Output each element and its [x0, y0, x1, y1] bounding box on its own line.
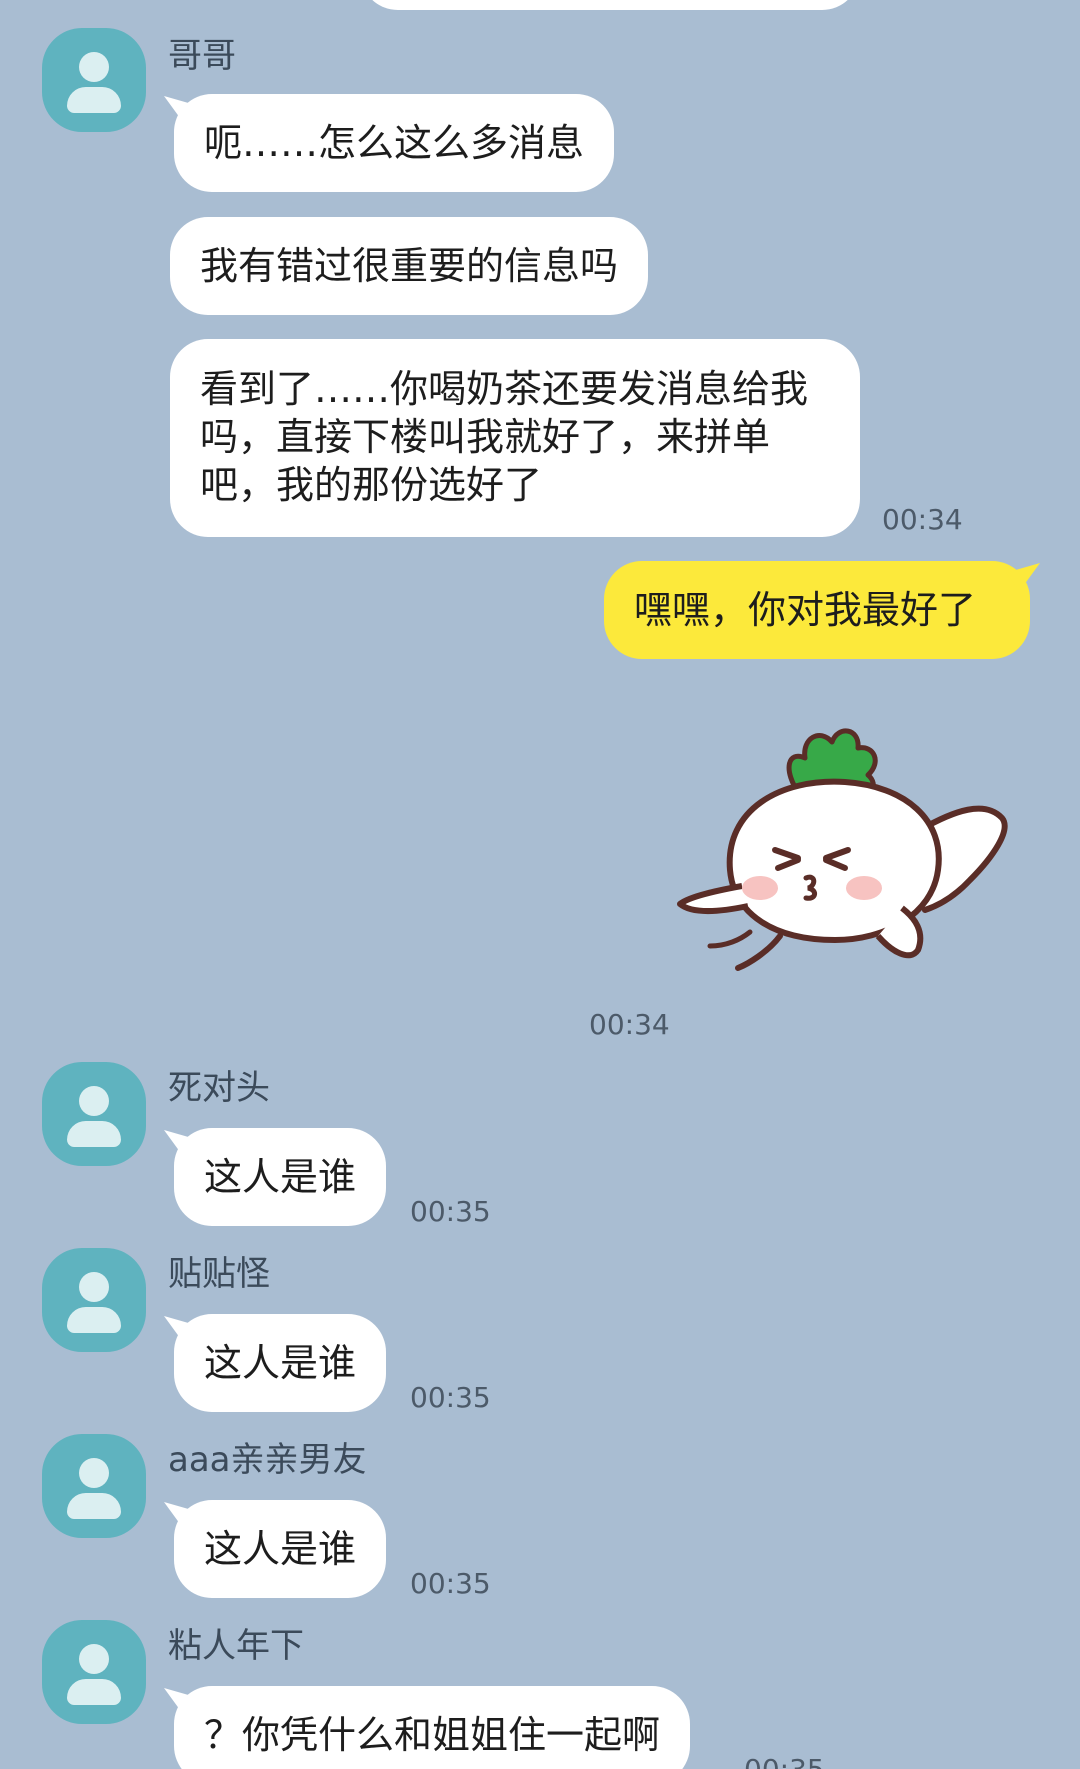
avatar[interactable]	[42, 1620, 146, 1724]
avatar-body-icon	[67, 1121, 121, 1147]
previous-message-bubble[interactable]	[360, 0, 860, 10]
message-time: 00:35	[410, 1567, 491, 1600]
avatar[interactable]	[42, 1248, 146, 1352]
message-time: 00:34	[882, 503, 963, 536]
avatar-body-icon	[67, 1307, 121, 1333]
message-bubble[interactable]: 这人是谁	[174, 1500, 387, 1598]
message-time: 00:35	[410, 1195, 491, 1228]
sender-name: 粘人年下	[168, 1626, 304, 1666]
message-bubble[interactable]: 看到了……你喝奶茶还要发消息给我吗，直接下楼叫我就好了，来拼单吧，我的那份选好了	[170, 339, 860, 537]
sender-name: 哥哥	[168, 36, 236, 76]
avatar-head-icon	[79, 52, 109, 82]
avatar-head-icon	[79, 1458, 109, 1488]
radish-sticker-icon[interactable]	[670, 700, 1040, 1000]
message-bubble[interactable]: 这人是谁	[174, 1314, 387, 1412]
my-message-bubble[interactable]: 嘿嘿，你对我最好了	[604, 561, 1030, 659]
chat-area[interactable]: 哥哥 呃……怎么这么多消息 我有错过很重要的信息吗 看到了……你喝奶茶还要发消息…	[0, 0, 1080, 1769]
avatar-body-icon	[67, 1679, 121, 1705]
message-time: 00:35	[744, 1753, 825, 1769]
avatar-head-icon	[79, 1644, 109, 1674]
message-bubble[interactable]: 这人是谁	[174, 1128, 387, 1226]
message-bubble[interactable]: 呃……怎么这么多消息	[174, 94, 615, 192]
avatar-head-icon	[79, 1272, 109, 1302]
message-bubble[interactable]: ？你凭什么和姐姐住一起啊	[174, 1686, 691, 1769]
avatar-head-icon	[79, 1086, 109, 1116]
avatar[interactable]	[42, 1062, 146, 1166]
sticker-time: 00:34	[589, 1008, 670, 1041]
sender-name: 死对头	[168, 1068, 270, 1108]
avatar[interactable]	[42, 28, 146, 132]
avatar[interactable]	[42, 1434, 146, 1538]
sender-name: 贴贴怪	[168, 1254, 270, 1294]
avatar-body-icon	[67, 1493, 121, 1519]
message-bubble[interactable]: 我有错过很重要的信息吗	[170, 217, 649, 315]
message-time: 00:35	[410, 1381, 491, 1414]
avatar-body-icon	[67, 87, 121, 113]
sender-name: aaa亲亲男友	[168, 1440, 367, 1480]
